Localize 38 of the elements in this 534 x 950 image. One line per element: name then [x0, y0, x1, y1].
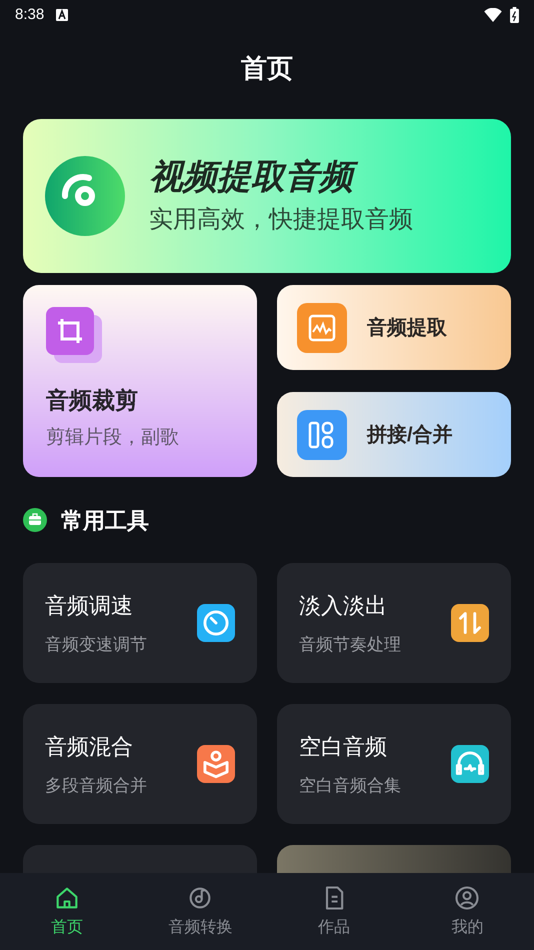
tab-bar-item[interactable]: 首页 — [0, 873, 134, 950]
card-title: 音频提取 — [367, 316, 447, 340]
feature-card[interactable]: 拼接/合并 — [277, 392, 511, 477]
tool-subtitle: 空白音频合集 — [299, 774, 401, 797]
banner-title: 视频提取音频 — [149, 160, 413, 194]
crop-icon — [46, 307, 102, 363]
tool-subtitle: 多段音频合并 — [45, 774, 147, 797]
wifi-icon — [484, 8, 502, 22]
tool-card[interactable]: 空白音频 空白音频合集 — [277, 704, 511, 824]
layout-icon — [297, 410, 347, 460]
tool-subtitle: 音频变速调节 — [45, 634, 147, 656]
card-title: 拼接/合并 — [367, 422, 453, 448]
battery-icon — [510, 7, 519, 23]
tab-bar-item[interactable]: 作品 — [267, 873, 400, 950]
card-title: 音频裁剪 — [46, 386, 139, 415]
tool-title: 淡入淡出 — [299, 592, 388, 620]
tool-card[interactable]: 音频调速 音频变速调节 — [23, 563, 257, 683]
section-title: 常用工具 — [61, 506, 149, 534]
card-subtitle: 剪辑片段，副歌 — [46, 426, 180, 450]
feature-card[interactable]: 音频提取 — [277, 285, 511, 370]
waveform-icon — [297, 302, 347, 352]
page-title: 首页 — [241, 52, 293, 84]
status-time: 8:38 — [15, 4, 44, 25]
me-icon — [453, 884, 482, 912]
tool-title: 空白音频 — [299, 732, 388, 761]
tool-title: 音频混合 — [45, 732, 134, 761]
tool-subtitle: 音频节奏处理 — [299, 634, 401, 656]
tool-card[interactable]: 淡入淡出 音频节奏处理 — [277, 563, 511, 683]
crop-card[interactable]: 音频裁剪 剪辑片段，副歌 — [23, 285, 257, 477]
notification-icon — [56, 9, 68, 21]
banner-subtitle: 实用高效，快捷提取音频 — [149, 208, 413, 232]
briefcase-icon — [23, 508, 47, 532]
tab-bar-item[interactable]: 我的 — [400, 873, 534, 950]
tool-title: 音频调速 — [45, 592, 134, 620]
banner-card[interactable]: 视频提取音频 实用高效，快捷提取音频 — [23, 119, 511, 273]
disc-icon — [45, 156, 125, 236]
tab-bar-item[interactable]: 音频转换 — [134, 873, 267, 950]
tool-card[interactable]: 音频混合 多段音频合并 — [23, 704, 257, 824]
